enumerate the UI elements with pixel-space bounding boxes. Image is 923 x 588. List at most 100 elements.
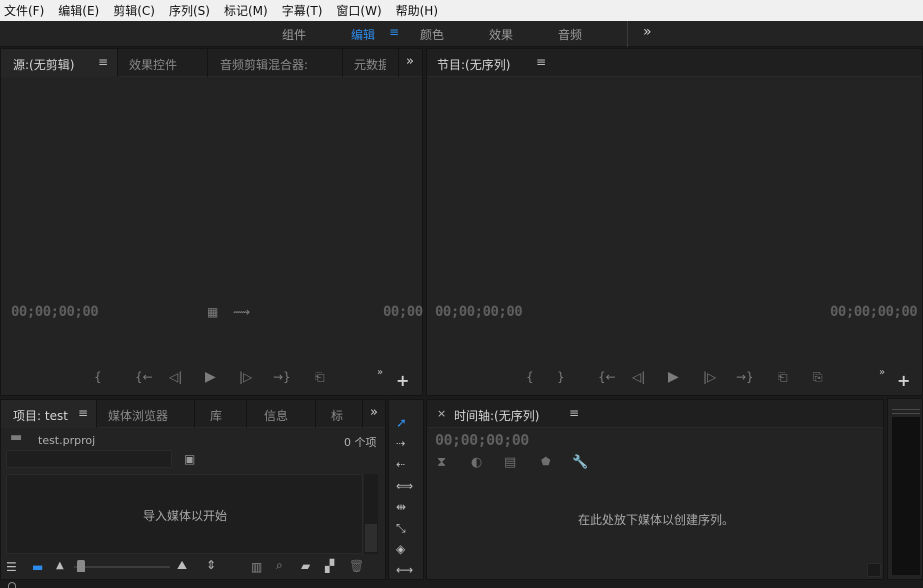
menu-window[interactable]: 窗口(W) (336, 2, 381, 19)
go-to-out-icon[interactable]: →} (736, 370, 754, 384)
tab-project[interactable]: 项目: test (13, 407, 68, 424)
mark-in-icon[interactable]: { (526, 370, 534, 384)
large-thumbnail-icon[interactable]: ⛰ (177, 558, 187, 573)
workspace-color[interactable]: 颜色 (420, 26, 444, 43)
mark-in-icon[interactable]: { (94, 370, 102, 384)
selection-tool-icon[interactable]: ➚ (396, 416, 407, 431)
workspace-effects[interactable]: 效果 (489, 26, 513, 43)
new-search-bin-icon[interactable]: ▣ (184, 452, 195, 466)
ripple-edit-tool-icon[interactable]: ⟺ (396, 479, 413, 493)
add-marker-icon[interactable]: ⬟ (541, 455, 551, 468)
tab-libraries[interactable]: 库 (210, 407, 222, 424)
menu-edit[interactable]: 编辑(E) (58, 2, 99, 19)
lift-icon[interactable]: ⎗ (778, 370, 788, 385)
menu-help[interactable]: 帮助(H) (396, 2, 438, 19)
timeline-drop-hint: 在此处放下媒体以创建序列。 (578, 513, 735, 527)
tab-separator (207, 49, 208, 77)
film-icon[interactable]: ▦ (207, 305, 218, 319)
tab-effect-controls[interactable]: 效果控件 (129, 56, 177, 73)
workspace-assembly[interactable]: 组件 (282, 26, 306, 43)
timeline-tab-menu-icon[interactable]: ≡ (569, 406, 579, 420)
audio-meter (892, 417, 920, 575)
mark-out-icon[interactable]: } (557, 370, 565, 384)
new-bin-icon[interactable]: ▰ (301, 559, 310, 573)
slip-tool-icon[interactable]: ⟷ (396, 563, 413, 577)
step-forward-icon[interactable]: |▷ (239, 370, 252, 384)
program-controls-more-icon[interactable]: » (879, 367, 885, 378)
nest-toggle-icon[interactable]: ⧗ (437, 455, 446, 470)
rolling-edit-tool-icon[interactable]: ⇹ (396, 500, 406, 514)
workspace-menu-icon[interactable]: ≡ (389, 25, 399, 39)
source-add-button[interactable]: + (396, 371, 409, 390)
tab-separator (398, 49, 399, 77)
project-scrollbar[interactable] (364, 474, 378, 554)
rate-stretch-tool-icon[interactable]: ⤡ (396, 521, 406, 536)
go-to-out-icon[interactable]: →} (273, 370, 291, 384)
tab-separator (117, 49, 118, 77)
step-back-icon[interactable]: ◁| (632, 370, 645, 384)
go-to-in-icon[interactable]: {← (135, 370, 153, 384)
scrollbar-thumb[interactable] (365, 524, 377, 552)
zoom-slider-track[interactable] (74, 566, 170, 568)
audio-meter-panel (887, 398, 923, 580)
tab-media-browser[interactable]: 媒体浏览器 (108, 407, 168, 424)
play-icon[interactable]: ▶ (668, 369, 679, 385)
tab-audio-clip-mixer[interactable]: 音频剪辑混合器: (220, 56, 308, 73)
wrench-icon[interactable]: 🔧 (572, 455, 588, 470)
source-controls-more-icon[interactable]: » (377, 367, 383, 378)
step-back-icon[interactable]: ◁| (169, 370, 182, 384)
source-panel-tabs: 源:(无剪辑) ≡ 效果控件 音频剪辑混合器: 元数据 » (1, 49, 422, 77)
new-item-icon[interactable]: ▞ (325, 559, 334, 573)
menu-marker[interactable]: 标记(M) (224, 2, 268, 19)
timeline-corner-box (867, 563, 881, 577)
trash-icon[interactable]: 🗑 (349, 559, 364, 573)
program-add-button[interactable]: + (897, 371, 910, 390)
program-tab-menu-icon[interactable]: ≡ (536, 55, 546, 69)
program-panel: 节目:(无序列) ≡ 00;00;00;00 00;00;00;00 » { }… (426, 48, 923, 396)
list-view-icon[interactable]: ☰ (6, 560, 17, 574)
program-timecode-current[interactable]: 00;00;00;00 (435, 304, 523, 320)
snap-icon[interactable]: ◐ (471, 455, 482, 470)
source-more-icon[interactable]: » (406, 54, 414, 69)
source-panel: 源:(无剪辑) ≡ 效果控件 音频剪辑混合器: 元数据 » 00;00;00;0… (0, 48, 423, 396)
tab-metadata[interactable]: 元数据 (354, 56, 386, 73)
linked-selection-icon[interactable]: ▤ (504, 455, 516, 470)
program-panel-tabs: 节目:(无序列) ≡ (427, 49, 922, 77)
project-tab-menu-icon[interactable]: ≡ (78, 406, 88, 420)
project-more-icon[interactable]: » (370, 405, 378, 420)
automate-to-sequence-icon[interactable]: ▥ (251, 560, 262, 574)
tab-timeline[interactable]: 时间轴:(无序列) (454, 407, 539, 424)
extract-icon[interactable]: ⎘ (813, 370, 823, 385)
timeline-close-icon[interactable]: × (437, 407, 446, 420)
workspace-editing[interactable]: 编辑 (351, 26, 375, 43)
timeline-timecode[interactable]: 00;00;00;00 (435, 431, 529, 449)
workspace-audio[interactable]: 音频 (558, 26, 582, 43)
audio-waveform-icon[interactable]: ⟿ (233, 305, 250, 319)
razor-tool-icon[interactable]: ◈ (396, 542, 405, 556)
source-timecode-current[interactable]: 00;00;00;00 (11, 304, 99, 320)
menu-bar: 文件(F) 编辑(E) 剪辑(C) 序列(S) 标记(M) 字幕(T) 窗口(W… (0, 0, 923, 21)
tab-source[interactable]: 源:(无剪辑) (13, 56, 74, 73)
track-select-forward-tool-icon[interactable]: ⇢ (396, 437, 405, 450)
find-icon[interactable]: ⌕ (276, 558, 283, 573)
source-tab-menu-icon[interactable]: ≡ (98, 55, 108, 69)
project-search-input[interactable] (6, 450, 172, 468)
small-thumbnail-icon[interactable]: ▲ (56, 560, 64, 571)
program-timecode-duration: 00;00;00;00 (830, 304, 918, 320)
sort-icon[interactable]: ⇕ (206, 558, 216, 572)
play-icon[interactable]: ▶ (205, 369, 216, 385)
tab-markers[interactable]: 标 (331, 407, 343, 424)
menu-sequence[interactable]: 序列(S) (169, 2, 210, 19)
menu-clip[interactable]: 剪辑(C) (113, 2, 155, 19)
insert-icon[interactable]: ⎗ (315, 370, 325, 385)
zoom-slider-handle[interactable] (77, 560, 85, 572)
icon-view-icon[interactable]: ▬ (32, 560, 43, 574)
menu-file[interactable]: 文件(F) (4, 2, 44, 19)
tab-program[interactable]: 节目:(无序列) (437, 56, 510, 73)
step-forward-icon[interactable]: |▷ (703, 370, 716, 384)
menu-title[interactable]: 字幕(T) (282, 2, 323, 19)
track-select-backward-tool-icon[interactable]: ⇠ (396, 458, 405, 471)
go-to-in-icon[interactable]: {← (598, 370, 616, 384)
workspace-more-icon[interactable]: » (643, 24, 652, 40)
tab-info[interactable]: 信息 (264, 407, 288, 424)
